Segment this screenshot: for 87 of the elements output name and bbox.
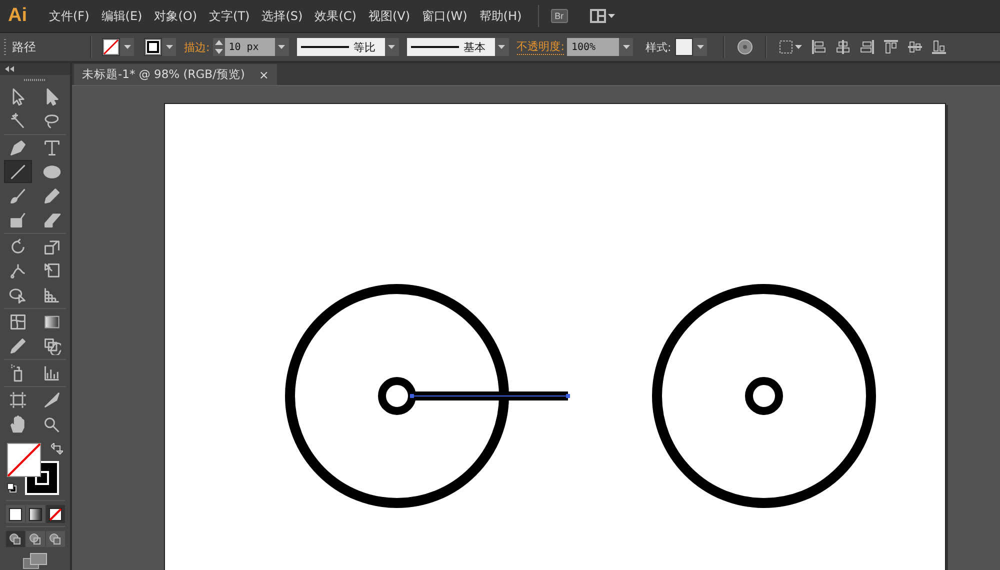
opacity-field[interactable]: 100%: [567, 38, 620, 56]
pen-nib-icon: [9, 138, 27, 156]
artboard-icon: [9, 390, 27, 408]
pencil-icon: [43, 186, 61, 204]
draw-normal-icon: [9, 533, 21, 545]
rotate-icon: [9, 238, 27, 256]
graphic-style-swatch[interactable]: [675, 38, 694, 56]
menu-item[interactable]: 选择(S): [256, 8, 309, 24]
collapse-icon[interactable]: [5, 66, 14, 72]
draw-mode-button[interactable]: [6, 531, 24, 547]
color-mode-button[interactable]: [26, 505, 44, 523]
blend-icon: [43, 336, 61, 354]
draw-behind-icon: [29, 533, 41, 545]
width-profile-dropdown[interactable]: 等比: [296, 38, 385, 56]
brush-icon: [9, 186, 27, 204]
no-color-icon: [48, 508, 62, 520]
line-icon: [9, 162, 27, 180]
align-right-icon[interactable]: [859, 39, 876, 55]
close-button[interactable]: ×: [258, 68, 269, 82]
app-logo: Ai: [8, 5, 27, 27]
align-left-icon[interactable]: [811, 39, 828, 55]
lasso-icon: [43, 112, 61, 130]
knife-icon: [43, 390, 61, 408]
style-label: 样式:: [645, 40, 672, 54]
wheel-drawing[interactable]: [285, 284, 509, 508]
menu-item[interactable]: 帮助(H): [473, 8, 528, 24]
menu-item[interactable]: 效果(C): [308, 8, 362, 24]
brush-dropdown[interactable]: 基本: [406, 38, 495, 56]
dropdown-caret-icon[interactable]: [384, 38, 399, 56]
ellipse-icon: [43, 162, 61, 180]
mesh-icon: [9, 312, 27, 330]
menu-item[interactable]: 视图(V): [362, 8, 416, 24]
swap-arrows-icon[interactable]: [51, 443, 63, 455]
fill-none-swatch[interactable]: [7, 443, 41, 477]
recolor-wheel-icon[interactable]: [737, 39, 754, 55]
selected-line-path[interactable]: [410, 392, 570, 400]
puppet-warp-icon: [9, 262, 27, 280]
dropdown-caret-icon[interactable]: [162, 38, 176, 56]
scale-icon: [43, 238, 61, 256]
bar-graph-icon: [43, 364, 61, 382]
blob-brush-icon: [9, 210, 27, 228]
menu-item[interactable]: 文件(F): [43, 8, 96, 24]
wheel-drawing[interactable]: [652, 284, 876, 508]
spinner-arrows-icon[interactable]: [212, 38, 225, 56]
shape-builder-icon: [9, 286, 27, 304]
zoom-icon: [43, 414, 61, 432]
fill-none-swatch[interactable]: [102, 38, 120, 56]
stroke-link[interactable]: 描边:: [184, 40, 210, 54]
draw-mode-button[interactable]: [26, 531, 44, 547]
dropdown-caret-icon[interactable]: [619, 38, 634, 56]
tool-button[interactable]: [4, 160, 32, 183]
stroke-weight-field[interactable]: 10 px: [224, 38, 275, 56]
menu-item[interactable]: 对象(O): [148, 8, 204, 24]
opacity-link[interactable]: 不透明度:: [516, 39, 564, 55]
color-mode-button[interactable]: [6, 505, 24, 523]
free-transform-icon: [43, 262, 61, 280]
magic-wand-icon: [9, 112, 27, 130]
bridge-button[interactable]: Br: [550, 9, 568, 23]
dropdown-caret-icon[interactable]: [494, 38, 509, 56]
align-top-icon[interactable]: [883, 39, 900, 55]
screen-mode-icon[interactable]: [23, 553, 47, 569]
draw-inside-icon: [49, 533, 61, 545]
dropdown-caret-icon[interactable]: [693, 38, 708, 56]
color-mode-button[interactable]: [46, 505, 64, 523]
letter-t-icon: [43, 138, 61, 156]
menu-item[interactable]: 文字(T): [203, 8, 256, 24]
document-title: 未标题-1* @ 98% (RGB/预览): [82, 67, 245, 82]
gradient-icon: [28, 508, 42, 520]
align-center-icon[interactable]: [835, 39, 852, 55]
align-selection-icon[interactable]: [779, 40, 804, 54]
hand-icon: [9, 414, 27, 432]
menu-item[interactable]: 窗口(W): [416, 8, 474, 24]
workspace-layout-icon[interactable]: [590, 9, 616, 23]
align-bottom-icon[interactable]: [931, 39, 948, 55]
dropdown-caret-icon[interactable]: [120, 38, 134, 56]
solid-color-icon: [8, 508, 22, 520]
default-colors-icon[interactable]: [7, 483, 17, 493]
perspective-grid-icon: [43, 286, 61, 304]
eyedropper-icon: [9, 336, 27, 354]
menu-item[interactable]: 编辑(E): [95, 8, 148, 24]
selection-type-label: 路径: [12, 38, 37, 56]
eraser-icon: [43, 210, 61, 228]
align-middle-icon[interactable]: [907, 39, 924, 55]
dropdown-caret-icon[interactable]: [274, 38, 289, 56]
draw-mode-button[interactable]: [46, 531, 64, 547]
stroke-swatch[interactable]: [144, 38, 162, 56]
document-tab[interactable]: 未标题-1* @ 98% (RGB/预览) ×: [74, 64, 277, 85]
